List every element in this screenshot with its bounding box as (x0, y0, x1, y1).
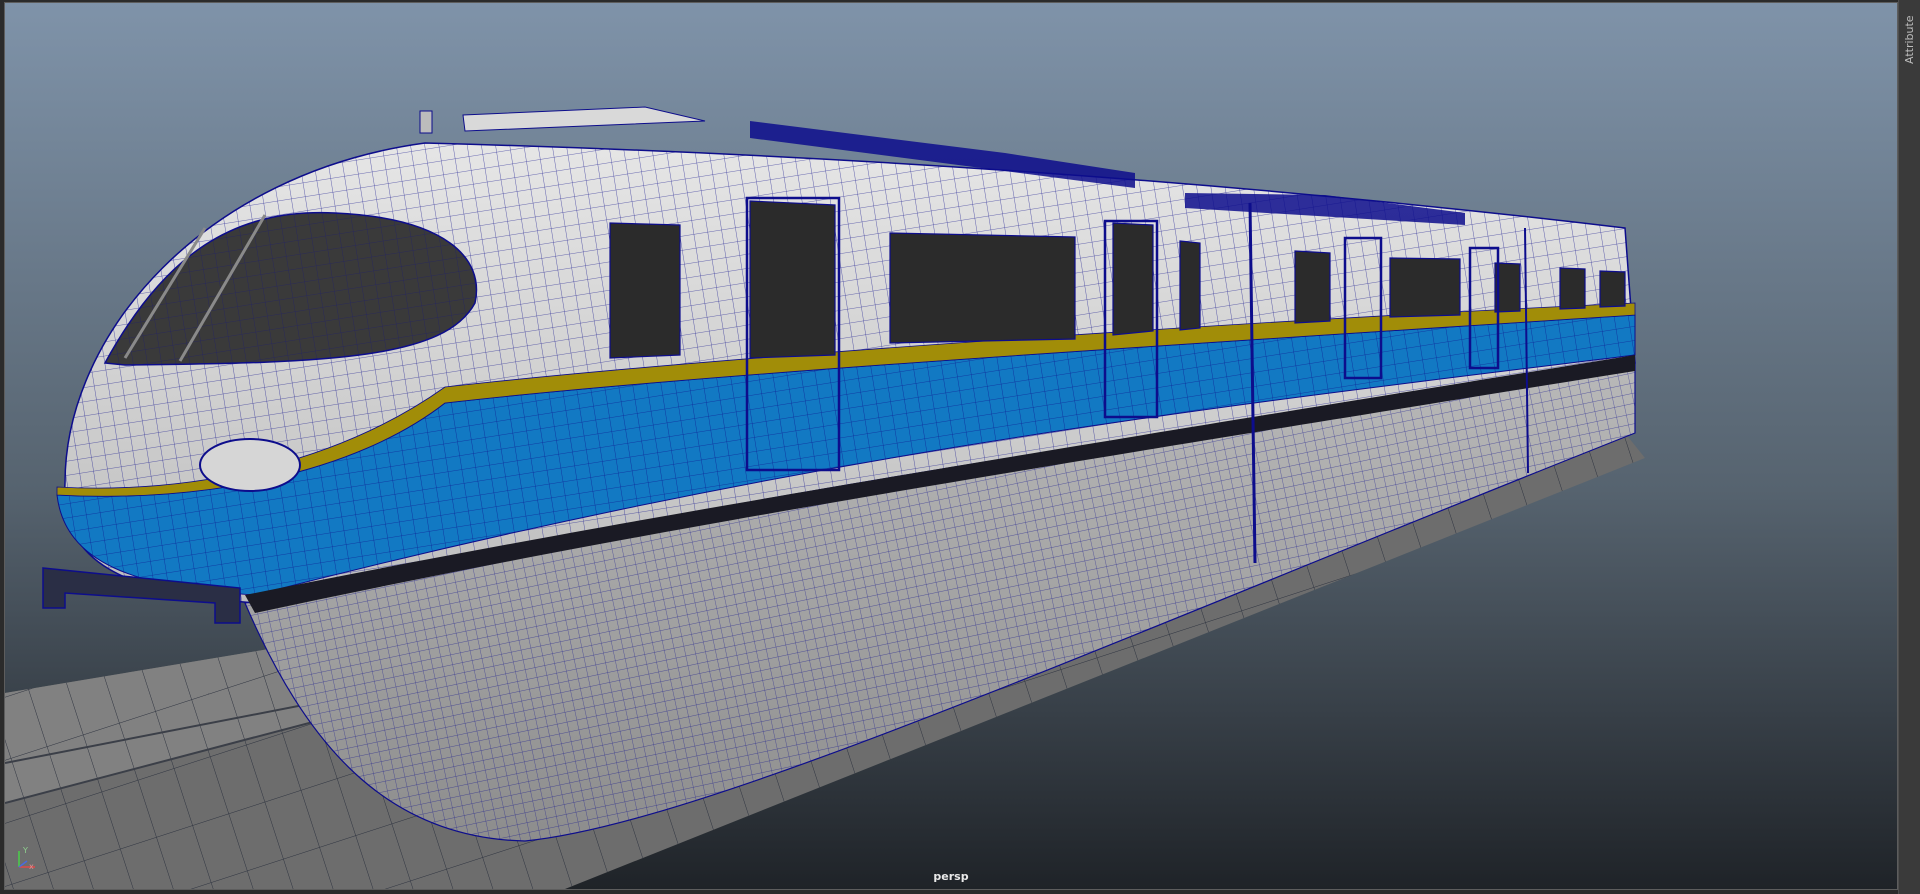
perspective-viewport[interactable]: Y x persp (4, 2, 1898, 890)
camera-label: persp (933, 870, 969, 883)
axis-gizmo: Y x (15, 845, 41, 871)
maya-window: Y x persp Attribute (0, 0, 1920, 894)
scene-canvas[interactable] (5, 3, 1897, 889)
attribute-editor-tab[interactable]: Attribute (1903, 4, 1916, 64)
axis-y-label: Y (22, 846, 28, 855)
attribute-editor-strip: Attribute (1898, 0, 1920, 894)
